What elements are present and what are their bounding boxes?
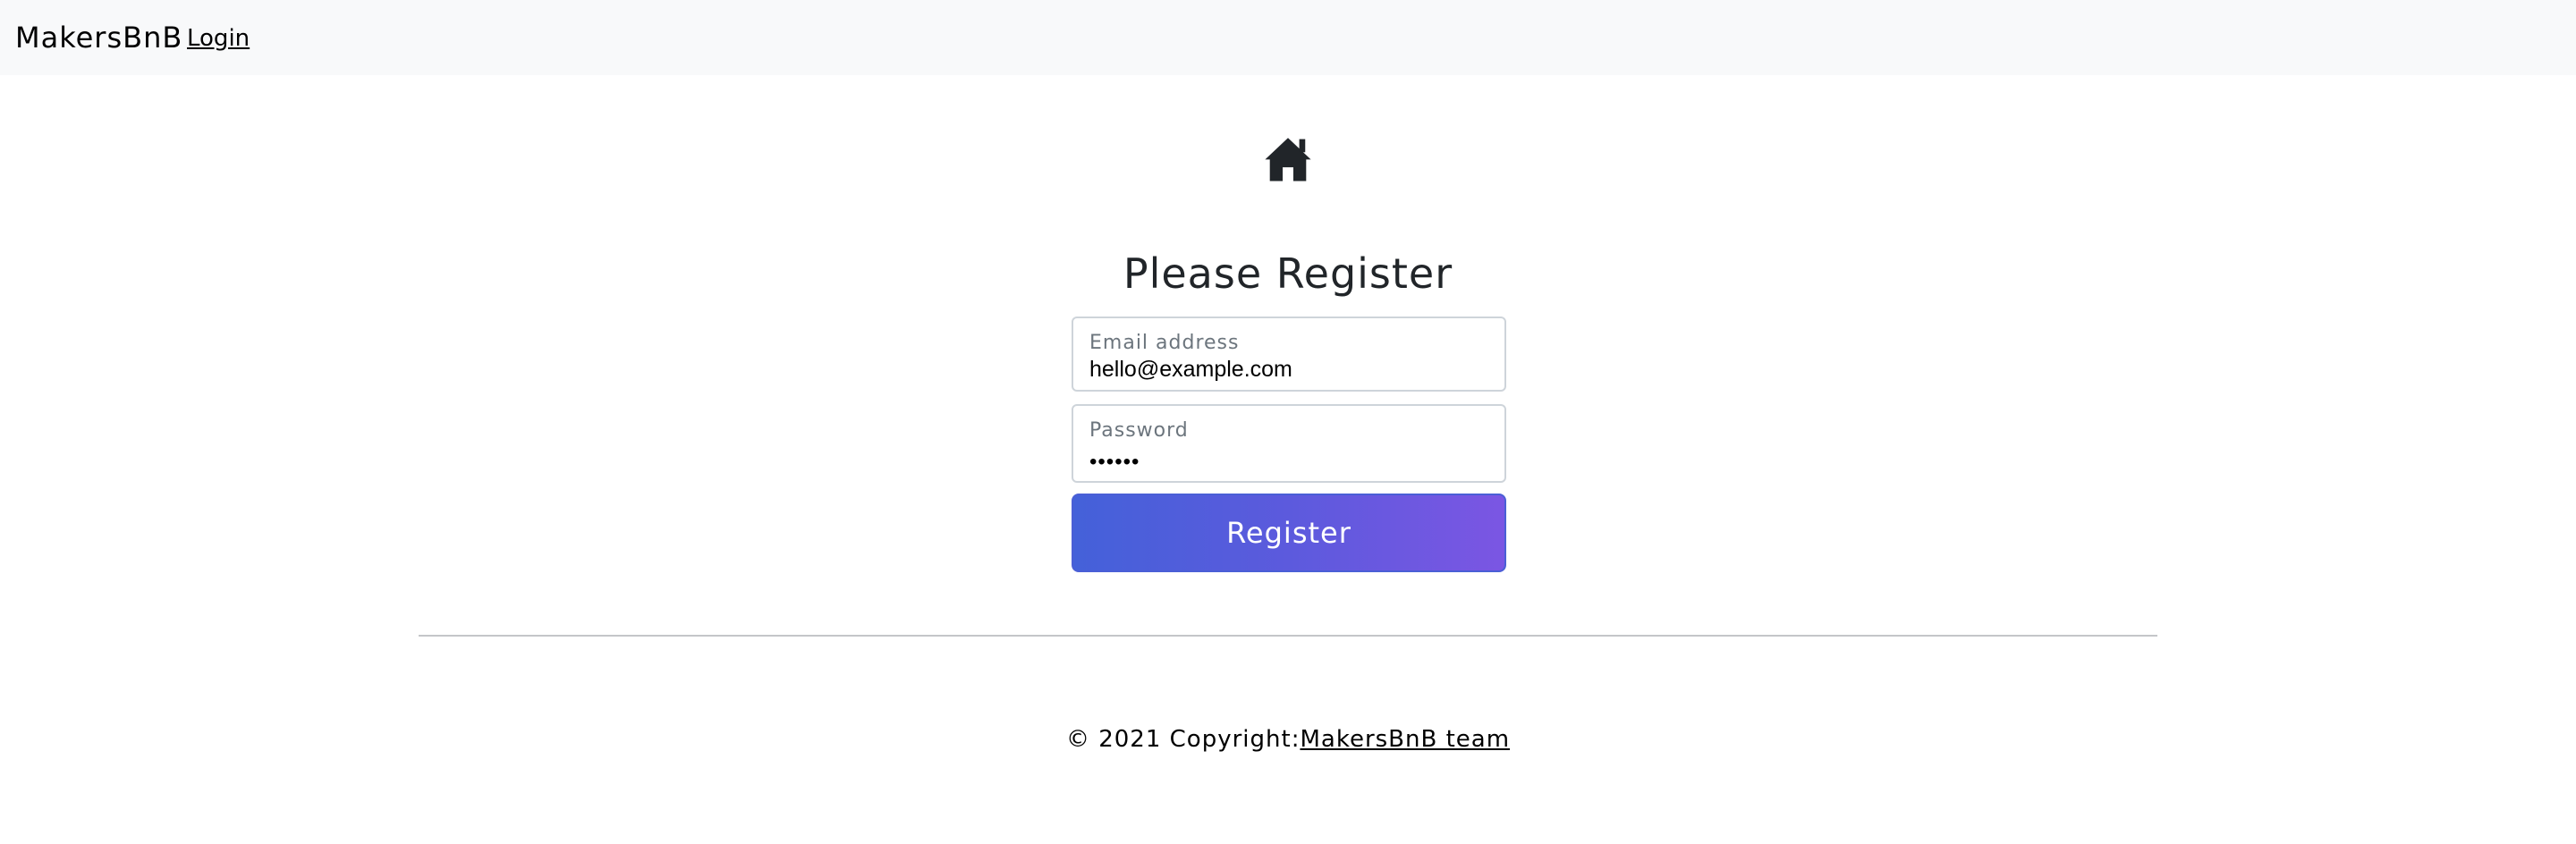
login-link[interactable]: Login — [187, 23, 250, 54]
email-field[interactable]: Email address hello@example.com — [1072, 316, 1506, 392]
email-input[interactable]: hello@example.com — [1089, 355, 1292, 384]
register-button[interactable]: Register — [1072, 494, 1506, 572]
copyright-text: © 2021 Copyright: — [1065, 726, 1301, 753]
house-icon — [1263, 134, 1313, 184]
password-field[interactable]: Password •••••• — [1072, 404, 1506, 483]
password-label: Password — [1089, 419, 1189, 442]
footer: © 2021 Copyright:MakersBnB team — [0, 724, 2576, 755]
brand-logo[interactable]: MakersBnB — [15, 20, 182, 55]
divider — [419, 635, 2157, 637]
team-link[interactable]: MakersBnB team — [1300, 726, 1510, 753]
navbar: MakersBnB Login — [0, 0, 2576, 75]
page-title: Please Register — [1123, 249, 1453, 298]
password-input[interactable]: •••••• — [1089, 448, 1140, 477]
email-label: Email address — [1089, 332, 1240, 354]
